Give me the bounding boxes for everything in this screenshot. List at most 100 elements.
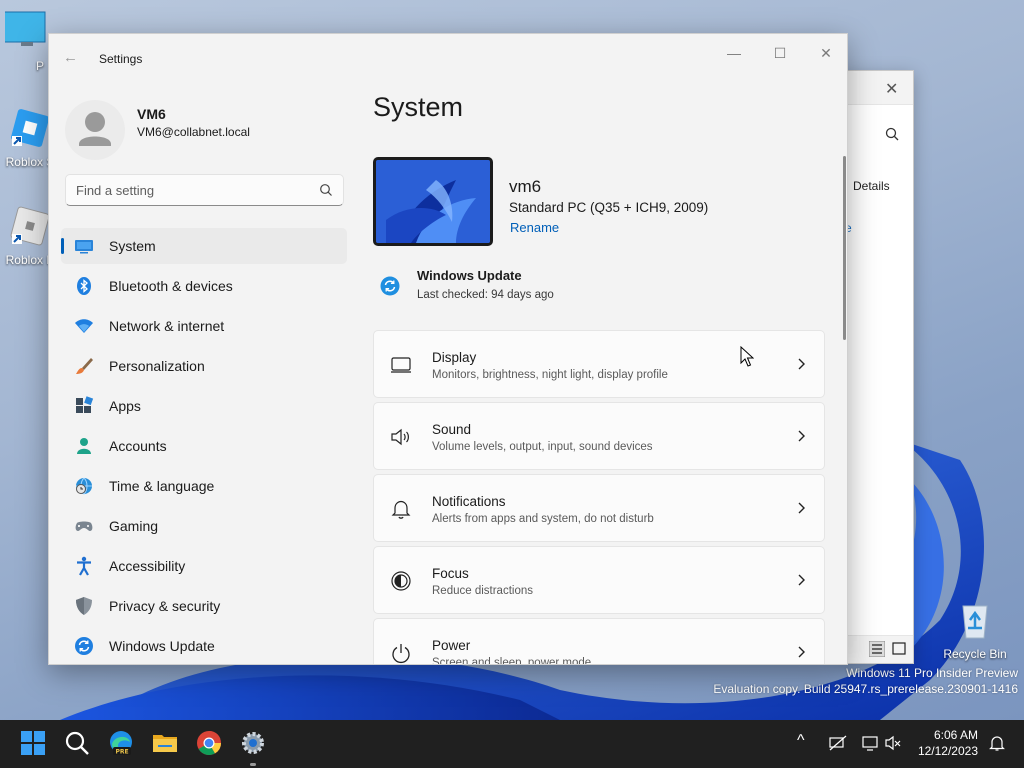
windows-update-link[interactable]: Windows Update	[417, 268, 522, 283]
sidebar-item-privacy[interactable]: Privacy & security	[61, 588, 347, 624]
avatar[interactable]	[65, 100, 125, 160]
sidebar-item-apps[interactable]: Apps	[61, 388, 347, 424]
edge-beta-icon[interactable]: PRE	[108, 730, 134, 756]
close-button[interactable]: ✕	[803, 40, 847, 70]
sidebar-item-system[interactable]: System	[61, 228, 347, 264]
window-title: Settings	[99, 52, 143, 66]
settings-icon[interactable]	[240, 730, 266, 756]
file-explorer-window[interactable]: ✕ Details e	[840, 70, 914, 664]
sidebar-nav: System Bluetooth & devices Network & int…	[61, 228, 347, 664]
windows-bloom-wallpaper-icon	[376, 160, 490, 243]
search-icon[interactable]	[64, 730, 90, 756]
back-button[interactable]: ←	[63, 49, 81, 67]
roblox-player-icon	[10, 206, 50, 246]
sidebar-item-windows-update[interactable]: Windows Update	[61, 628, 347, 664]
search-input[interactable]	[76, 180, 306, 200]
sidebar-item-bluetooth[interactable]: Bluetooth & devices	[61, 268, 347, 304]
sidebar-item-label: Apps	[109, 398, 141, 414]
gamepad-icon	[75, 521, 93, 531]
shield-icon	[76, 597, 92, 615]
chevron-right-icon	[798, 502, 805, 514]
device-thumbnail	[373, 157, 493, 246]
chrome-icon[interactable]	[196, 730, 222, 756]
settings-running-indicator	[250, 763, 256, 766]
network-disconnected-icon[interactable]	[829, 734, 847, 752]
card-display[interactable]: Display Monitors, brightness, night ligh…	[373, 330, 825, 398]
explorer-statusbar	[841, 635, 913, 663]
card-power[interactable]: Power Screen and sleep, power mode	[373, 618, 825, 665]
sidebar-item-time-language[interactable]: Time & language	[61, 468, 347, 504]
sidebar-item-label: Time & language	[109, 478, 215, 494]
file-explorer-icon[interactable]	[152, 730, 178, 756]
chevron-right-icon	[798, 358, 805, 370]
wifi-icon	[75, 319, 93, 333]
card-focus[interactable]: Focus Reduce distractions	[373, 546, 825, 614]
sidebar-item-accessibility[interactable]: Accessibility	[61, 548, 347, 584]
person-avatar-icon	[79, 112, 111, 146]
sidebar-item-gaming[interactable]: Gaming	[61, 508, 347, 544]
person-icon	[77, 438, 91, 454]
desktop-icon-label: Recycle Bin	[943, 647, 1007, 661]
card-title: Sound	[432, 422, 472, 437]
edge-pre-badge: PRE	[115, 749, 128, 756]
find-setting-search[interactable]	[65, 174, 344, 206]
user-name: VM6	[137, 106, 166, 122]
chevron-right-icon	[798, 574, 805, 586]
content-scrollbar[interactable]	[843, 156, 846, 340]
user-email: VM6@collabnet.local	[137, 125, 250, 139]
sidebar-item-personalization[interactable]: Personalization	[61, 348, 347, 384]
apps-icon	[76, 396, 94, 413]
clock-date: 12/12/2023	[917, 744, 978, 758]
card-title: Notifications	[432, 494, 506, 509]
tray-overflow-chevron[interactable]: ^	[797, 732, 805, 750]
maximize-button[interactable]: ☐	[757, 40, 803, 70]
titlebar[interactable]: ← Settings — ☐ ✕	[49, 34, 847, 82]
sidebar-item-label: Windows Update	[109, 638, 215, 654]
card-subtitle: Reduce distractions	[432, 585, 533, 597]
minimize-button[interactable]: —	[711, 40, 757, 70]
settings-cards: Display Monitors, brightness, night ligh…	[373, 330, 825, 665]
sidebar-item-network[interactable]: Network & internet	[61, 308, 347, 344]
globe-clock-icon	[76, 477, 92, 495]
explorer-details-button[interactable]: Details	[853, 179, 890, 193]
speaker-icon	[391, 428, 409, 446]
card-subtitle: Volume levels, output, input, sound devi…	[432, 441, 653, 453]
chevron-right-icon	[798, 646, 805, 658]
brush-icon	[76, 358, 93, 374]
search-icon[interactable]	[885, 127, 899, 141]
taskbar: PRE ^ 6:06 AM 12/12/2023	[0, 720, 1024, 768]
monitor-icon	[2, 11, 46, 46]
card-subtitle: Alerts from apps and system, do not dist…	[432, 513, 654, 525]
display-network-icon[interactable]	[862, 734, 880, 752]
volume-muted-icon[interactable]	[884, 734, 902, 752]
system-icon	[75, 240, 93, 254]
card-notifications[interactable]: Notifications Alerts from apps and syste…	[373, 474, 825, 542]
sidebar-item-label: Accessibility	[109, 558, 186, 574]
sidebar-item-label: System	[109, 238, 156, 254]
roblox-studio-icon	[11, 109, 49, 147]
chevron-right-icon	[798, 430, 805, 442]
sidebar-item-label: Privacy & security	[109, 598, 221, 614]
search-icon[interactable]	[319, 183, 333, 197]
notification-bell-icon[interactable]	[988, 734, 1006, 752]
accessibility-icon	[77, 556, 91, 576]
update-icon	[75, 637, 93, 655]
sidebar-item-accounts[interactable]: Accounts	[61, 428, 347, 464]
details-view-icon[interactable]	[869, 641, 885, 657]
card-subtitle: Screen and sleep, power mode	[432, 657, 592, 665]
desktop-icon-recycle-bin[interactable]: Recycle Bin	[935, 598, 1015, 661]
sidebar-item-label: Personalization	[109, 358, 205, 374]
recycle-bin-icon	[962, 605, 988, 639]
device-model: Standard PC (Q35 + ICH9, 2009)	[509, 200, 709, 215]
system-clock[interactable]: 6:06 AM 12/12/2023	[904, 727, 978, 759]
card-title: Focus	[432, 566, 469, 581]
card-sound[interactable]: Sound Volume levels, output, input, soun…	[373, 402, 825, 470]
user-profile[interactable]: VM6 VM6@collabnet.local	[65, 100, 355, 160]
rename-link[interactable]: Rename	[510, 220, 559, 235]
tiles-view-icon[interactable]	[891, 641, 907, 657]
explorer-close-button[interactable]: ✕	[885, 79, 898, 99]
explorer-titlebar	[841, 71, 913, 105]
watermark-line-2: Evaluation copy. Build 25947.rs_prerelea…	[713, 682, 1018, 696]
start-icon[interactable]	[20, 730, 46, 756]
windows-update-status-icon[interactable]	[380, 276, 400, 296]
